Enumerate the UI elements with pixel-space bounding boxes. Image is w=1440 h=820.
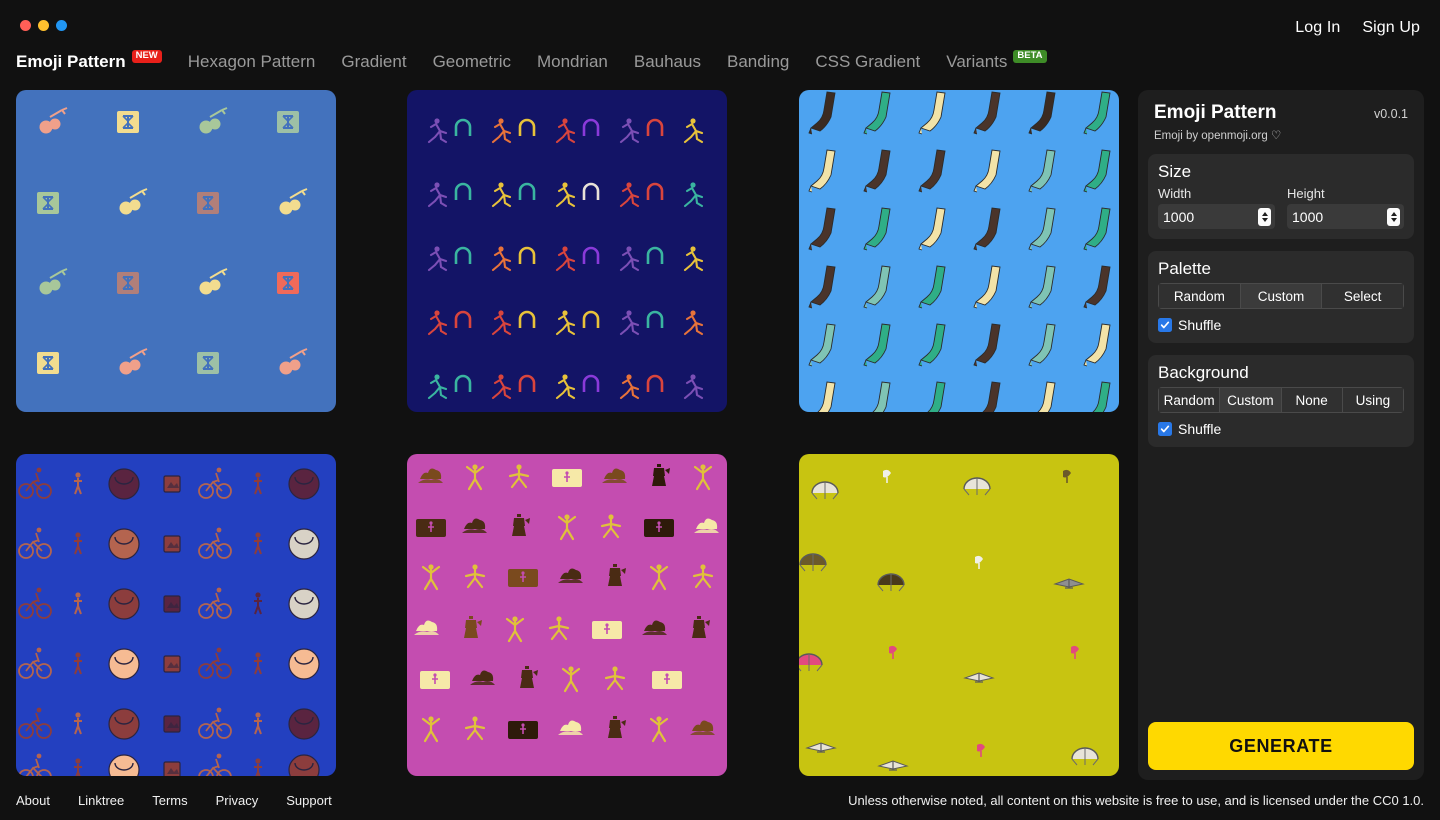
signup-link[interactable]: Sign Up: [1362, 19, 1420, 37]
footer-link-terms[interactable]: Terms: [152, 793, 187, 808]
nav-item-label: Banding: [726, 52, 790, 71]
nav-item-hexagon-pattern[interactable]: Hexagon Pattern: [188, 52, 316, 72]
footer-license-note: Unless otherwise noted, all content on t…: [848, 792, 1424, 808]
background-option-none[interactable]: None: [1280, 387, 1342, 413]
nav-item-label: Variants: [946, 52, 1008, 71]
titlebar: Log In Sign Up: [0, 0, 1440, 42]
controls-panel: Emoji Pattern v0.0.1 Emoji by openmoji.o…: [1138, 90, 1424, 780]
nav-item-css-gradient[interactable]: CSS Gradient: [815, 52, 920, 72]
generate-button[interactable]: GENERATE: [1148, 722, 1414, 770]
palette-shuffle-label: Shuffle: [1178, 317, 1222, 333]
width-field: Width: [1158, 186, 1275, 229]
nav-item-label: CSS Gradient: [815, 52, 921, 71]
palette-option-select[interactable]: Select: [1321, 283, 1404, 309]
background-section: Background Random Custom None Using Shuffle: [1148, 355, 1414, 447]
nav-item-label: Gradient: [341, 52, 407, 71]
footer: About Linktree Terms Privacy Support Unless …: [0, 780, 1440, 820]
height-stepper[interactable]: [1387, 207, 1400, 226]
primary-nav: Emoji Pattern NEW Hexagon Pattern Gradient G…: [0, 42, 1440, 82]
background-option-random[interactable]: Random: [1158, 387, 1220, 413]
pattern-tile-gymnast-trophy[interactable]: [407, 454, 728, 776]
panel-spacer: [1148, 447, 1414, 722]
width-label: Width: [1158, 186, 1192, 201]
pattern-tile-runner-arch[interactable]: [407, 90, 728, 412]
footer-link-privacy[interactable]: Privacy: [216, 793, 259, 808]
window-controls[interactable]: [20, 19, 67, 31]
palette-shuffle-checkbox[interactable]: [1158, 318, 1172, 332]
background-section-title: Background: [1158, 363, 1249, 382]
panel-title: Emoji Pattern: [1154, 102, 1277, 123]
nav-item-banding[interactable]: Banding: [727, 52, 789, 72]
footer-link-linktree[interactable]: Linktree: [78, 793, 124, 808]
panel-version: v0.0.1: [1373, 107, 1408, 121]
auth-links: Log In Sign Up: [1295, 19, 1420, 37]
panel-attribution: Emoji by openmoji.org ♡: [1154, 130, 1282, 142]
nav-badge-new: NEW: [131, 49, 162, 63]
background-option-using[interactable]: Using: [1341, 387, 1404, 413]
background-option-custom[interactable]: Custom: [1219, 387, 1281, 413]
pattern-gallery: [16, 90, 1122, 780]
nav-item-emoji-pattern[interactable]: Emoji Pattern NEW: [16, 49, 162, 72]
palette-option-random[interactable]: Random: [1158, 283, 1240, 309]
nav-item-label: Hexagon Pattern: [187, 52, 316, 71]
width-input[interactable]: [1163, 208, 1258, 225]
palette-section: Palette Random Custom Select Shuffle: [1148, 251, 1414, 343]
login-link[interactable]: Log In: [1295, 19, 1340, 37]
main-area: Emoji Pattern v0.0.1 Emoji by openmoji.o…: [0, 90, 1440, 780]
background-mode-group: Random Custom None Using: [1158, 387, 1404, 413]
pattern-tile-medal-cyclist[interactable]: [16, 454, 336, 776]
height-label: Height: [1287, 186, 1325, 201]
height-field: Height: [1287, 186, 1404, 229]
size-section-title: Size: [1158, 162, 1192, 181]
footer-link-about[interactable]: About: [16, 793, 50, 808]
background-shuffle-label: Shuffle: [1178, 421, 1222, 437]
nav-item-label: Bauhaus: [633, 52, 701, 71]
nav-item-label: Geometric: [432, 52, 511, 71]
close-window-icon[interactable]: [20, 19, 31, 31]
nav-item-variants[interactable]: Variants BETA: [946, 49, 1047, 72]
pattern-tile-cherry-gemini[interactable]: [16, 90, 336, 412]
nav-item-gradient[interactable]: Gradient: [341, 52, 406, 72]
nav-item-bauhaus[interactable]: Bauhaus: [634, 52, 701, 72]
footer-link-support[interactable]: Support: [286, 793, 332, 808]
height-input[interactable]: [1292, 208, 1387, 225]
palette-mode-group: Random Custom Select: [1158, 283, 1404, 309]
nav-badge-beta: BETA: [1013, 49, 1047, 63]
pattern-tile-paraglider[interactable]: [798, 454, 1119, 776]
size-section: Size Width Height: [1148, 154, 1414, 239]
nav-item-geometric[interactable]: Geometric: [433, 52, 511, 72]
palette-shuffle-row[interactable]: Shuffle: [1158, 317, 1404, 333]
nav-item-mondrian[interactable]: Mondrian: [537, 52, 608, 72]
palette-option-custom[interactable]: Custom: [1239, 283, 1322, 309]
background-shuffle-row[interactable]: Shuffle: [1158, 421, 1404, 437]
palette-section-title: Palette: [1158, 259, 1211, 278]
nav-item-label: Mondrian: [536, 52, 608, 71]
minimize-window-icon[interactable]: [38, 19, 49, 31]
width-stepper[interactable]: [1258, 207, 1271, 226]
nav-item-label: Emoji Pattern: [16, 52, 126, 71]
footer-links: About Linktree Terms Privacy Support: [16, 793, 332, 808]
panel-header: Emoji Pattern v0.0.1: [1148, 102, 1414, 124]
background-shuffle-checkbox[interactable]: [1158, 422, 1172, 436]
maximize-window-icon[interactable]: [56, 19, 67, 31]
pattern-tile-boot[interactable]: [798, 90, 1119, 412]
